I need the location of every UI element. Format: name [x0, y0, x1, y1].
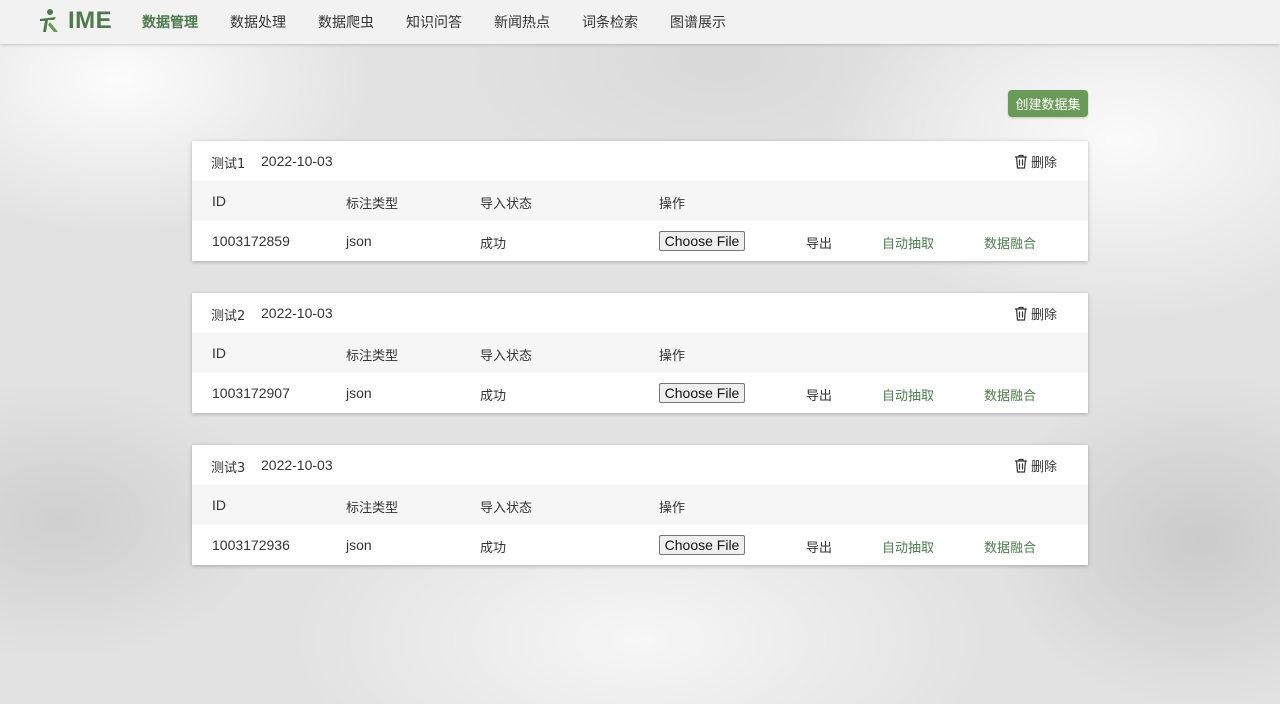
logo-text: IME [68, 7, 113, 34]
nav-item-news-hotspots[interactable]: 新闻热点 [494, 12, 550, 32]
column-header-type: 标注类型 [346, 501, 399, 516]
dataset-date: 2022-10-03 [261, 457, 333, 473]
trash-icon [1015, 458, 1027, 473]
dataset-date: 2022-10-03 [261, 305, 333, 321]
dataset-name: 测试3 [211, 461, 246, 476]
dataset-card-header: 测试2 2022-10-03 删除 [192, 293, 1088, 333]
table-header: ID 标注类型 导入状态 操作 [192, 485, 1088, 525]
choose-file-button[interactable]: Choose File [659, 383, 745, 403]
dataset-id: 1003172859 [212, 233, 290, 249]
dataset-card-header: 测试1 2022-10-03 删除 [192, 141, 1088, 181]
nav-item-graph-display[interactable]: 图谱展示 [670, 12, 726, 32]
trash-icon [1015, 306, 1027, 321]
column-header-type: 标注类型 [346, 349, 399, 364]
column-header-id: ID [212, 193, 226, 209]
column-header-status: 导入状态 [480, 501, 533, 516]
delete-button[interactable]: 删除 [1014, 456, 1057, 475]
dataset-id: 1003172936 [212, 537, 290, 553]
table-row: 1003172859 json 成功 Choose File 导出 自动抽取 数… [192, 221, 1088, 261]
dataset-type: json [346, 385, 372, 401]
nav-item-data-crawler[interactable]: 数据爬虫 [318, 12, 374, 32]
delete-label: 删除 [1031, 308, 1058, 323]
delete-button[interactable]: 删除 [1014, 304, 1057, 323]
delete-button[interactable]: 删除 [1014, 152, 1057, 171]
data-merge-link[interactable]: 数据融合 [984, 385, 1036, 404]
dataset-card: 测试1 2022-10-03 删除 ID 标注类型 导入状态 操作 100317… [192, 141, 1088, 261]
dataset-type: json [346, 537, 372, 553]
trash-icon [1015, 154, 1027, 169]
create-dataset-button[interactable]: 创建数据集 [1008, 90, 1088, 117]
export-link[interactable]: 导出 [806, 385, 832, 404]
nav-item-data-management[interactable]: 数据管理 [142, 12, 198, 32]
column-header-operation: 操作 [659, 501, 686, 516]
auto-extract-link[interactable]: 自动抽取 [882, 233, 934, 252]
main-nav: 数据管理 数据处理 数据爬虫 知识问答 新闻热点 词条检索 图谱展示 [142, 0, 758, 44]
dataset-status: 成功 [480, 237, 507, 252]
app-logo[interactable]: IME [36, 7, 112, 35]
top-navbar: IME 数据管理 数据处理 数据爬虫 知识问答 新闻热点 词条检索 图谱展示 [0, 0, 1280, 44]
dataset-card: 测试2 2022-10-03 删除 ID 标注类型 导入状态 操作 100317… [192, 293, 1088, 413]
column-header-id: ID [212, 497, 226, 513]
table-header: ID 标注类型 导入状态 操作 [192, 333, 1088, 373]
export-link[interactable]: 导出 [806, 233, 832, 252]
nav-item-entry-search[interactable]: 词条检索 [582, 12, 638, 32]
auto-extract-link[interactable]: 自动抽取 [882, 537, 934, 556]
dataset-status: 成功 [480, 389, 507, 404]
export-link[interactable]: 导出 [806, 537, 832, 556]
choose-file-button[interactable]: Choose File [659, 231, 745, 251]
column-header-operation: 操作 [659, 197, 686, 212]
auto-extract-link[interactable]: 自动抽取 [882, 385, 934, 404]
data-merge-link[interactable]: 数据融合 [984, 537, 1036, 556]
dataset-card: 测试3 2022-10-03 删除 ID 标注类型 导入状态 操作 100317… [192, 445, 1088, 565]
column-header-id: ID [212, 345, 226, 361]
column-header-operation: 操作 [659, 349, 686, 364]
delete-label: 删除 [1031, 460, 1058, 475]
dataset-name: 测试1 [211, 157, 246, 172]
dataset-date: 2022-10-03 [261, 153, 333, 169]
nav-item-data-processing[interactable]: 数据处理 [230, 12, 286, 32]
dataset-id: 1003172907 [212, 385, 290, 401]
logo-icon [40, 9, 58, 32]
data-merge-link[interactable]: 数据融合 [984, 233, 1036, 252]
nav-item-knowledge-qa[interactable]: 知识问答 [406, 12, 462, 32]
dataset-type: json [346, 233, 372, 249]
column-header-status: 导入状态 [480, 197, 533, 212]
table-row: 1003172907 json 成功 Choose File 导出 自动抽取 数… [192, 373, 1088, 413]
table-header: ID 标注类型 导入状态 操作 [192, 181, 1088, 221]
table-row: 1003172936 json 成功 Choose File 导出 自动抽取 数… [192, 525, 1088, 565]
choose-file-button[interactable]: Choose File [659, 535, 745, 555]
column-header-status: 导入状态 [480, 349, 533, 364]
dataset-card-header: 测试3 2022-10-03 删除 [192, 445, 1088, 485]
delete-label: 删除 [1031, 156, 1058, 171]
dataset-name: 测试2 [211, 309, 246, 324]
column-header-type: 标注类型 [346, 197, 399, 212]
dataset-status: 成功 [480, 541, 507, 556]
